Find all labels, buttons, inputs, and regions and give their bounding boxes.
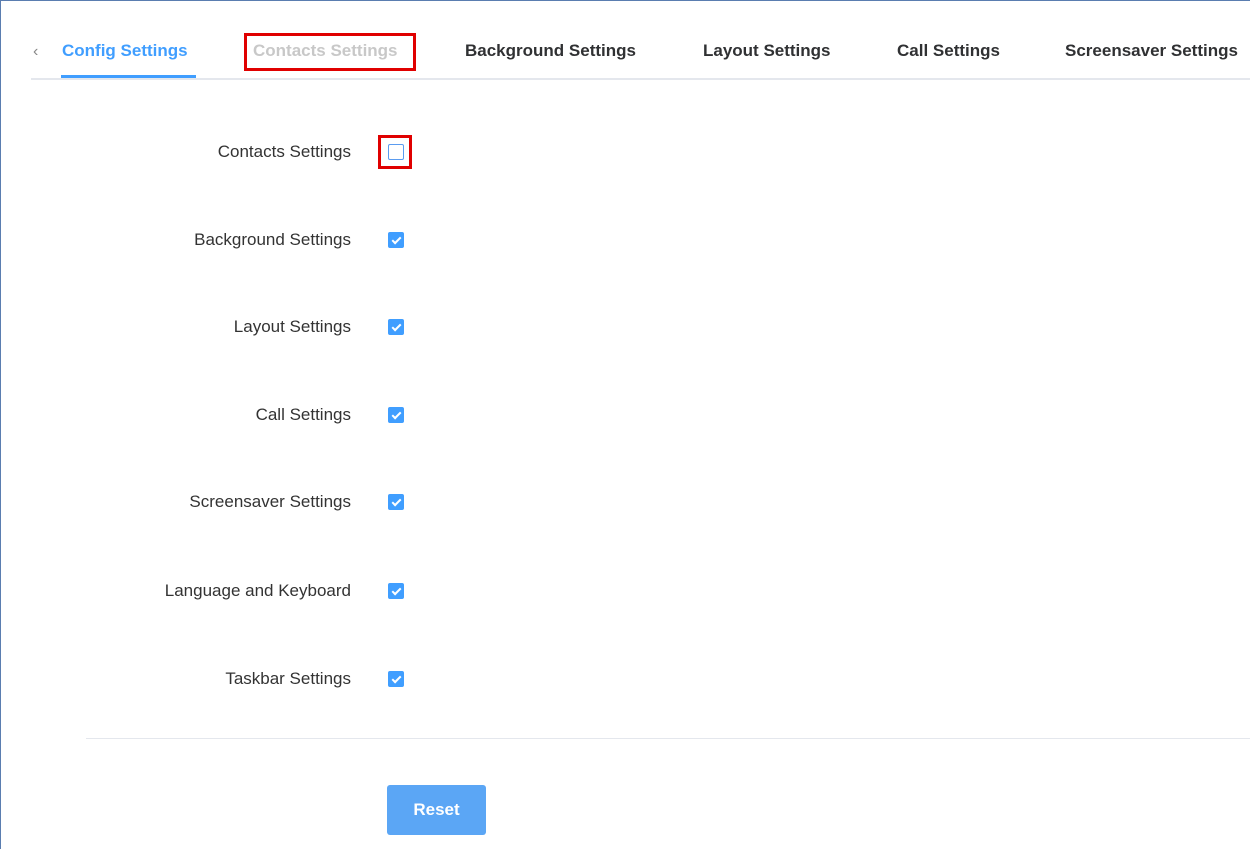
background-settings-checkbox[interactable] [388,232,404,248]
layout-settings-label: Layout Settings [233,317,351,336]
contacts-settings-label: Contacts Settings [217,142,351,161]
call-settings-checkbox[interactable] [388,407,404,423]
screensaver-settings-checkbox[interactable] [388,494,404,510]
tab-config-settings[interactable]: Config Settings [62,41,188,61]
taskbar-settings-label: Taskbar Settings [225,669,351,688]
chevron-left-icon[interactable]: ‹ [33,43,38,61]
language-and-keyboard-label: Language and Keyboard [164,581,351,600]
tab-background-settings[interactable]: Background Settings [465,41,636,61]
tab-call-settings[interactable]: Call Settings [897,41,1000,61]
tab-screensaver-settings[interactable]: Screensaver Settings [1065,41,1238,61]
background-settings-label: Background Settings [194,230,351,249]
checkbox-highlight-box [378,135,412,169]
layout-settings-checkbox[interactable] [388,319,404,335]
call-settings-label: Call Settings [255,405,351,424]
form-divider [86,738,1250,739]
settings-panel: ‹ Config Settings Contacts Settings Back… [0,0,1250,849]
tab-highlight-box [244,33,416,71]
tab-bar: ‹ Config Settings Contacts Settings Back… [31,31,1250,80]
screensaver-settings-label: Screensaver Settings [189,492,351,511]
tab-layout-settings[interactable]: Layout Settings [703,41,831,61]
active-tab-indicator [61,75,196,78]
reset-button[interactable]: Reset [387,785,486,835]
taskbar-settings-checkbox[interactable] [388,671,404,687]
language-and-keyboard-checkbox[interactable] [388,583,404,599]
